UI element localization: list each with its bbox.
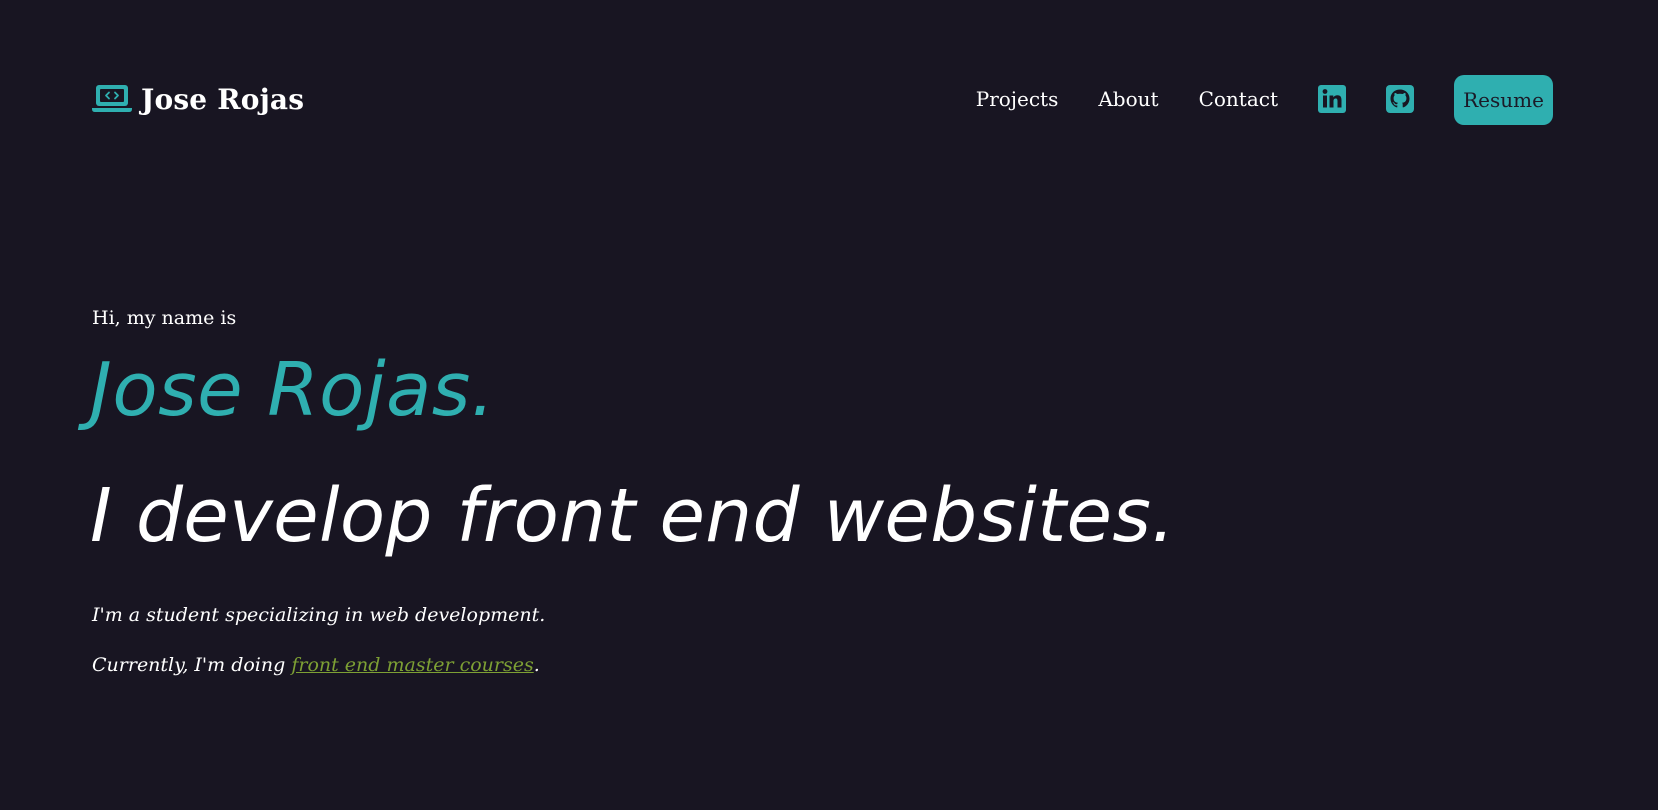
hero-description: I'm a student specializing in web develo… xyxy=(92,604,546,626)
main-nav: Projects About Contact Resume xyxy=(976,72,1553,126)
hero-tagline: I develop front end websites. xyxy=(90,473,1176,559)
current-prefix: Currently, I'm doing xyxy=(92,654,292,676)
github-icon[interactable] xyxy=(1386,85,1414,113)
nav-link-about[interactable]: About xyxy=(1098,87,1158,111)
greeting-text: Hi, my name is xyxy=(92,307,237,329)
hero-current-activity: Currently, I'm doing front end master co… xyxy=(92,654,540,676)
linkedin-icon[interactable] xyxy=(1318,85,1346,113)
hero-name: Jose Rojas. xyxy=(90,347,495,433)
brand-link[interactable]: Jose Rojas xyxy=(92,82,305,116)
brand-name: Jose Rojas xyxy=(141,82,305,116)
resume-button[interactable]: Resume xyxy=(1454,75,1553,125)
nav-link-projects[interactable]: Projects xyxy=(976,87,1059,111)
front-end-master-courses-link[interactable]: front end master courses xyxy=(291,654,533,676)
current-suffix: . xyxy=(533,654,540,676)
laptop-code-icon xyxy=(92,84,132,114)
nav-link-contact[interactable]: Contact xyxy=(1199,87,1278,111)
site-header: Jose Rojas Projects About Contact Resume xyxy=(92,72,1553,126)
